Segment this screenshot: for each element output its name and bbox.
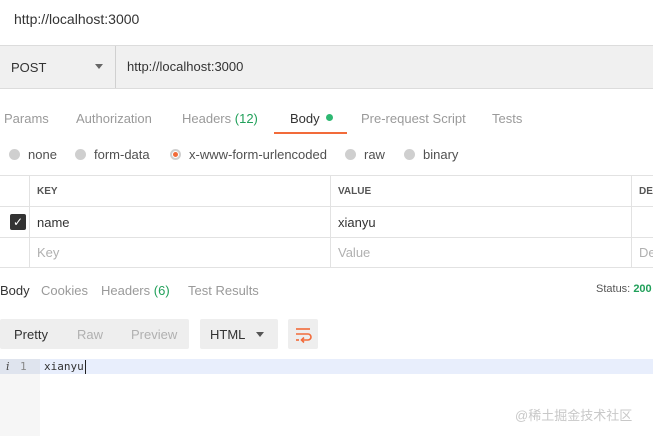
response-tab-body[interactable]: Body bbox=[0, 283, 30, 298]
method-label: POST bbox=[11, 59, 47, 75]
view-pretty-button[interactable]: Pretty bbox=[14, 327, 48, 342]
wrap-lines-button[interactable] bbox=[288, 319, 318, 349]
table-row-new: Key Value De bbox=[0, 237, 653, 268]
view-mode-group: Pretty Raw Preview bbox=[0, 319, 189, 349]
radio-x-www-form-urlencoded[interactable]: x-www-form-urlencoded bbox=[170, 147, 327, 162]
table-row: ✓ name xianyu bbox=[0, 207, 653, 238]
status-code: 200 bbox=[633, 283, 652, 295]
value-cell[interactable]: xianyu bbox=[331, 207, 632, 237]
url-input[interactable]: http://localhost:3000 bbox=[127, 59, 243, 74]
response-headers-count: (6) bbox=[153, 283, 170, 298]
table-header-row: KEY VALUE DES bbox=[0, 176, 653, 207]
view-raw-button[interactable]: Raw bbox=[77, 327, 103, 342]
tab-authorization[interactable]: Authorization bbox=[76, 111, 152, 126]
tab-body[interactable]: Body bbox=[290, 111, 333, 126]
radio-circle-icon bbox=[345, 149, 356, 160]
response-tab-cookies[interactable]: Cookies bbox=[41, 283, 88, 298]
response-tab-headers[interactable]: Headers (6) bbox=[101, 283, 170, 298]
status-indicator: Status: 200 bbox=[596, 283, 652, 295]
info-icon: i bbox=[6, 360, 10, 373]
description-cell[interactable] bbox=[632, 207, 653, 237]
tab-headers[interactable]: Headers (12) bbox=[182, 111, 258, 126]
request-bar: POST http://localhost:3000 bbox=[0, 45, 653, 89]
radio-circle-icon bbox=[404, 149, 415, 160]
params-table: KEY VALUE DES ✓ name xianyu Key Value De bbox=[0, 175, 653, 268]
new-value-input[interactable]: Value bbox=[331, 237, 632, 267]
radio-selected-icon bbox=[170, 149, 181, 160]
radio-none[interactable]: none bbox=[9, 147, 57, 162]
key-cell[interactable]: name bbox=[30, 207, 331, 237]
tab-params[interactable]: Params bbox=[4, 111, 49, 126]
format-label: HTML bbox=[210, 327, 246, 342]
tab-pre-request-script[interactable]: Pre-request Script bbox=[361, 111, 466, 126]
radio-circle-icon bbox=[9, 149, 20, 160]
watermark: @稀土掘金技术社区 bbox=[515, 408, 633, 423]
method-select[interactable]: POST bbox=[0, 46, 116, 88]
headers-count: (12) bbox=[234, 111, 258, 126]
window-title: http://localhost:3000 bbox=[14, 11, 140, 27]
column-header-key: KEY bbox=[30, 176, 331, 206]
chevron-down-icon bbox=[256, 332, 264, 337]
wrap-lines-icon bbox=[296, 328, 312, 344]
text-cursor bbox=[85, 360, 86, 374]
radio-raw[interactable]: raw bbox=[345, 147, 385, 162]
radio-binary[interactable]: binary bbox=[404, 147, 458, 162]
line-number: 1 bbox=[20, 360, 27, 373]
column-header-value: VALUE bbox=[331, 176, 632, 206]
new-description-input[interactable]: De bbox=[632, 237, 653, 267]
view-preview-button[interactable]: Preview bbox=[131, 327, 177, 342]
response-tab-test-results[interactable]: Test Results bbox=[188, 283, 259, 298]
code-active-line bbox=[40, 359, 653, 374]
modified-dot-icon bbox=[325, 114, 333, 121]
new-key-input[interactable]: Key bbox=[30, 237, 331, 267]
format-select[interactable]: HTML bbox=[200, 319, 278, 349]
column-header-description: DES bbox=[639, 185, 653, 197]
response-body-text[interactable]: xianyu bbox=[44, 360, 84, 373]
radio-form-data[interactable]: form-data bbox=[75, 147, 150, 162]
radio-circle-icon bbox=[75, 149, 86, 160]
row-checkbox[interactable]: ✓ bbox=[10, 214, 26, 230]
tab-tests[interactable]: Tests bbox=[492, 111, 522, 126]
active-tab-underline bbox=[274, 132, 347, 134]
chevron-down-icon bbox=[95, 64, 103, 69]
